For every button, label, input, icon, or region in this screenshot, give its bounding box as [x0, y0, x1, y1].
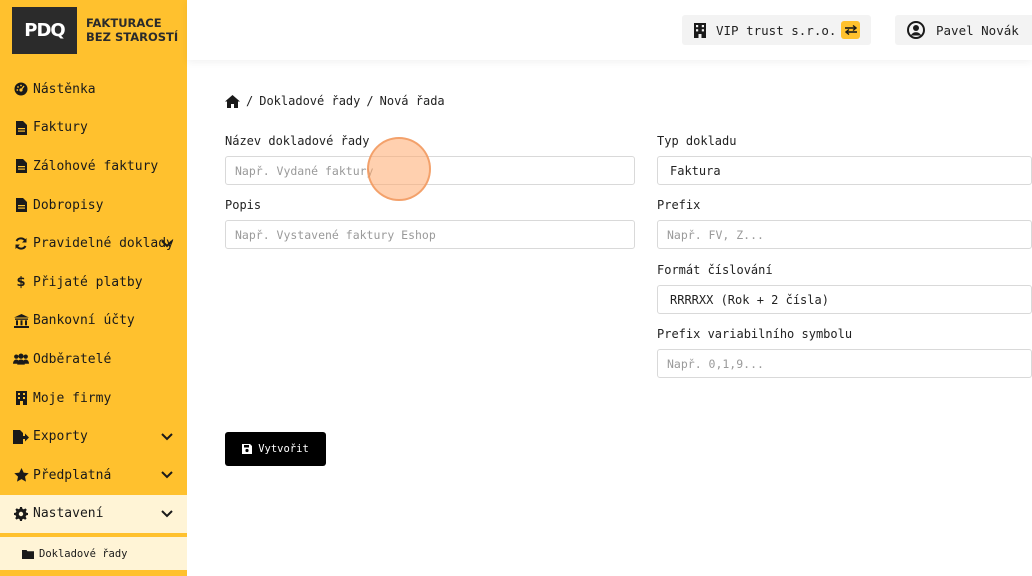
- export-icon: [13, 429, 29, 444]
- sidebar-item-label: Nástěnka: [33, 81, 96, 97]
- sidebar-item-bankovni-ucty[interactable]: Bankovní účty: [0, 302, 187, 341]
- switch-company-button[interactable]: [841, 21, 860, 39]
- sync-icon: [13, 237, 29, 250]
- save-icon: [242, 444, 253, 454]
- logo-tagline: FAKTURACE BEZ STAROSTÍ: [86, 16, 179, 44]
- sidebar-item-label: Dobropisy: [33, 197, 104, 213]
- sidebar-item-label: Pravidelné doklady: [33, 236, 174, 252]
- user-menu[interactable]: Pavel Novák: [895, 15, 1032, 45]
- create-button-label: Vytvořit: [258, 443, 309, 455]
- company-switcher[interactable]: VIP trust s.r.o.: [682, 15, 871, 45]
- sidebar-item-exporty[interactable]: Exporty: [0, 417, 187, 456]
- sidebar-item-label: Přijaté platby: [33, 274, 143, 290]
- swap-icon: [844, 23, 857, 38]
- sidebar-item-nastenka[interactable]: Nástěnka: [0, 70, 187, 109]
- sidebar-item-label: Zálohové faktury: [33, 158, 159, 174]
- sidebar-item-label: Odběratelé: [33, 351, 112, 367]
- breadcrumb-separator: /: [246, 94, 254, 108]
- description-label: Popis: [225, 198, 262, 212]
- user-name: Pavel Novák: [936, 22, 1019, 38]
- click-indicator: [367, 137, 431, 201]
- sidebar-item-label: Bankovní účty: [33, 313, 135, 329]
- chevron-down-icon: [161, 236, 173, 251]
- file-icon: [13, 159, 29, 174]
- building-icon: [694, 22, 706, 38]
- logo-mark: PDQ: [12, 6, 77, 54]
- numbering-label: Formát číslování: [657, 263, 773, 277]
- doc-type-select[interactable]: Faktura: [657, 156, 1032, 185]
- sidebar: PDQ FAKTURACE BEZ STAROSTÍ Nástěnka Fakt…: [0, 0, 187, 576]
- dollar-icon: $: [16, 274, 26, 290]
- numbering-value: RRRRXX (Rok + 2 čísla): [670, 292, 829, 307]
- sidebar-subitem-label: Dokladové řady: [39, 547, 128, 560]
- sidebar-item-odberatele[interactable]: Odběratelé: [0, 340, 187, 379]
- sidebar-group-nastaveni: Nastavení: [0, 494, 187, 538]
- user-avatar-icon: [907, 21, 925, 39]
- chevron-down-icon: [161, 468, 173, 483]
- breadcrumb-item-dokladove-rady[interactable]: Dokladové řady: [259, 94, 360, 108]
- home-icon[interactable]: [225, 94, 240, 108]
- bank-icon: [13, 313, 29, 328]
- chevron-down-icon: [161, 506, 173, 521]
- sidebar-item-label: Moje firmy: [33, 390, 112, 406]
- sidebar-item-label: Nastavení: [33, 506, 104, 522]
- sidebar-item-prijate-platby[interactable]: $ Přijaté platby: [0, 263, 187, 302]
- name-label: Název dokladové řady: [225, 134, 370, 148]
- breadcrumb-item-nova-rada: Nová řada: [379, 94, 445, 108]
- sidebar-item-predplatna[interactable]: Předplatná: [0, 456, 187, 495]
- sidebar-item-label: Faktury: [33, 120, 88, 136]
- sidebar-item-nastaveni[interactable]: Nastavení: [0, 494, 187, 534]
- doc-type-label: Typ dokladu: [657, 134, 737, 148]
- file-icon: [13, 120, 29, 135]
- breadcrumb-separator: /: [366, 94, 374, 108]
- company-name: VIP trust s.r.o.: [716, 22, 837, 38]
- vs-prefix-input[interactable]: [657, 349, 1032, 378]
- logo-mark-text: PDQ: [24, 19, 65, 41]
- numbering-select[interactable]: RRRRXX (Rok + 2 čísla): [657, 285, 1032, 314]
- dashboard-icon: [13, 82, 29, 96]
- sidebar-item-moje-firmy[interactable]: Moje firmy: [0, 379, 187, 418]
- logo[interactable]: PDQ FAKTURACE BEZ STAROSTÍ: [0, 0, 187, 60]
- file-icon: [13, 198, 29, 213]
- sidebar-item-label: Předplatná: [33, 467, 112, 483]
- sidebar-item-faktury[interactable]: Faktury: [0, 109, 187, 148]
- doc-type-value: Faktura: [670, 163, 721, 178]
- vs-prefix-label: Prefix variabilního symbolu: [657, 327, 853, 341]
- prefix-label: Prefix: [657, 198, 701, 212]
- folder-icon: [22, 549, 34, 559]
- gear-icon: [13, 506, 29, 521]
- sidebar-item-pravidelne-doklady[interactable]: Pravidelné doklady: [0, 224, 187, 263]
- sidebar-nav: Nástěnka Faktury Zálohové faktury Dobrop…: [0, 70, 187, 571]
- breadcrumb: / Dokladové řady / Nová řada: [225, 94, 445, 108]
- sidebar-item-label: Exporty: [33, 429, 88, 445]
- sidebar-item-zalohove-faktury[interactable]: Zálohové faktury: [0, 147, 187, 186]
- sidebar-item-dobropisy[interactable]: Dobropisy: [0, 186, 187, 225]
- building-icon: [13, 391, 29, 406]
- sidebar-subitem-dokladove-rady[interactable]: Dokladové řady: [0, 537, 187, 571]
- create-button[interactable]: Vytvořit: [225, 432, 326, 466]
- users-icon: [13, 353, 29, 366]
- description-input[interactable]: [225, 220, 635, 249]
- prefix-input[interactable]: [657, 220, 1032, 249]
- top-header: VIP trust s.r.o. Pavel Novák: [187, 0, 1032, 60]
- star-icon: [13, 468, 29, 482]
- chevron-down-icon: [161, 429, 173, 444]
